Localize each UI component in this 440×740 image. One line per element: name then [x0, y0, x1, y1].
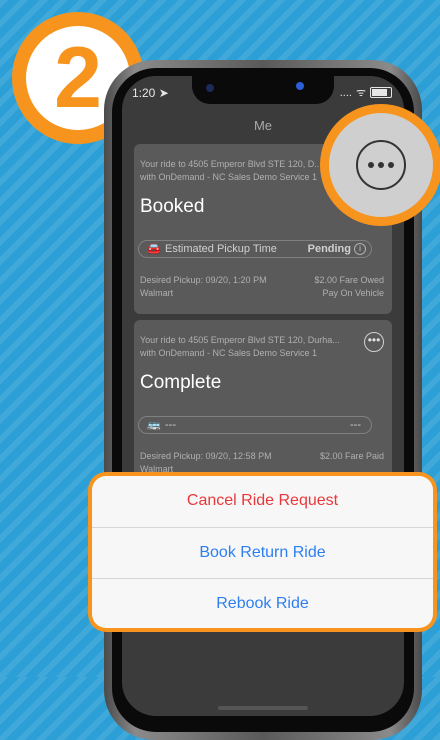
battery-icon	[370, 87, 392, 98]
speaker-icon	[206, 84, 214, 92]
ride-status: Complete	[140, 372, 222, 393]
ride-status: Booked	[140, 196, 205, 217]
cancel-ride-request-button[interactable]: Cancel Ride Request	[92, 476, 433, 528]
info-icon[interactable]: i	[354, 243, 366, 255]
camera-icon	[296, 82, 304, 90]
fare-block: $2.00 Fare Owed Pay On Vehicle	[314, 274, 384, 300]
more-options-magnifier	[329, 113, 433, 217]
status-time: 1:20 ➤	[132, 86, 169, 100]
status-icons: .... ᯤ	[340, 85, 392, 100]
action-sheet-menu: Cancel Ride Request Book Return Ride Reb…	[92, 476, 433, 628]
desired-pickup: Desired Pickup: 09/20, 1:20 PM	[140, 275, 267, 285]
fare-status: $2.00 Fare Owed	[314, 275, 384, 285]
fare-block: $2.00 Fare Paid	[320, 450, 384, 463]
car-clock-icon: 🚘	[147, 243, 161, 255]
home-indicator	[218, 706, 308, 710]
more-options-button[interactable]: •••	[364, 332, 384, 352]
vehicle-pill: 🚌 --- ---	[138, 416, 372, 434]
book-return-ride-button[interactable]: Book Return Ride	[92, 528, 433, 580]
pill-value: ---	[350, 419, 361, 431]
pickup-location: Walmart	[140, 288, 174, 298]
ride-description: Your ride to 4505 Emperor Blvd STE 120, …	[140, 335, 340, 358]
pill-label: Estimated Pickup Time	[165, 243, 277, 255]
pill-value: Pending	[307, 243, 351, 255]
estimated-pickup-pill: 🚘 Estimated Pickup Time Pending i	[138, 240, 372, 258]
desired-pickup-block: Desired Pickup: 09/20, 1:20 PM Walmart	[140, 274, 267, 300]
ride-description: Your ride to 4505 Emperor Blvd STE 120, …	[140, 159, 322, 182]
more-options-callout	[320, 104, 440, 226]
wifi-icon: ᯤ	[355, 87, 366, 99]
action-sheet: Cancel Ride Request Book Return Ride Reb…	[88, 472, 437, 632]
signal-icon: ....	[339, 86, 352, 99]
pill-label: ---	[165, 419, 176, 431]
fare-status: $2.00 Fare Paid	[319, 451, 384, 461]
payment-method: Pay On Vehicle	[322, 288, 384, 298]
bus-icon: 🚌	[147, 419, 161, 431]
more-options-icon[interactable]	[356, 140, 406, 190]
phone-notch	[192, 76, 334, 104]
rebook-ride-button[interactable]: Rebook Ride	[92, 579, 433, 628]
desired-pickup: Desired Pickup: 09/20, 12:58 PM	[140, 451, 272, 461]
